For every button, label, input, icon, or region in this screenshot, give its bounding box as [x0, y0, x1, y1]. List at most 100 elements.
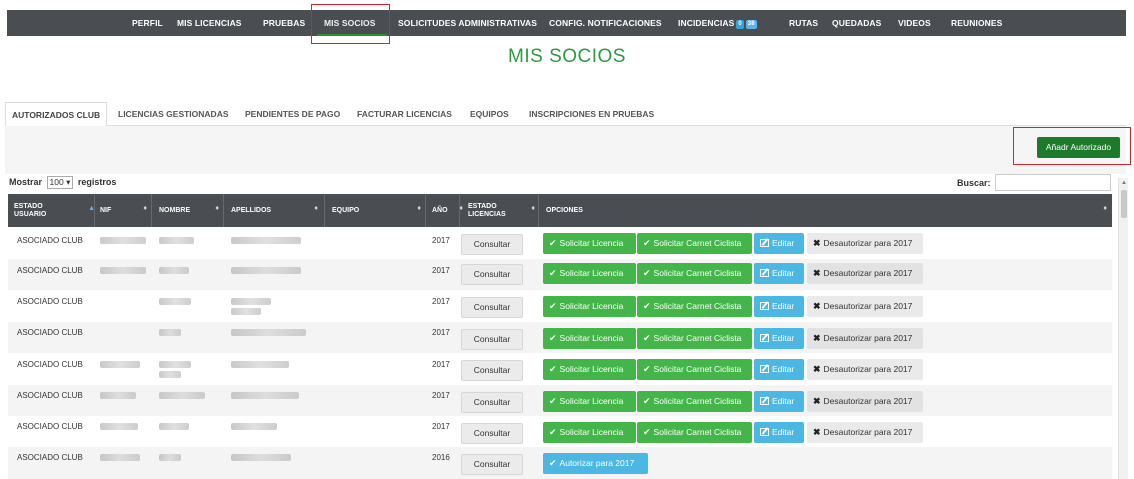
- editar-button[interactable]: Editar: [754, 391, 804, 412]
- nav-item-rutas[interactable]: RUTAS: [789, 10, 818, 36]
- button-label: Editar: [772, 268, 795, 278]
- solicitar-licencia-button[interactable]: ✔ Solicitar Licencia: [543, 328, 636, 349]
- solicitar-licencia-button[interactable]: ✔ Solicitar Licencia: [543, 391, 636, 412]
- consultar-button[interactable]: Consultar: [461, 392, 523, 413]
- highlight-box-add-button: [1013, 127, 1131, 165]
- desautorizar-button[interactable]: ✖ Desautorizar para 2017: [807, 391, 923, 412]
- button-label: Autorizar para 2017: [559, 458, 635, 468]
- consultar-button[interactable]: Consultar: [461, 234, 523, 255]
- incidencias-badge-new: 0: [736, 20, 744, 29]
- redacted-apellidos: [231, 361, 289, 368]
- redacted-apellidos: [231, 329, 306, 336]
- solicitar-carnet-button[interactable]: ✔ Solicitar Carnet Ciclista: [637, 296, 752, 317]
- solicitar-carnet-button[interactable]: ✔ Solicitar Carnet Ciclista: [637, 391, 752, 412]
- column-header-label: AÑO: [432, 206, 448, 214]
- autorizar-button[interactable]: ✔ Autorizar para 2017: [543, 453, 648, 474]
- consultar-button[interactable]: Consultar: [461, 297, 523, 318]
- tab-equipos[interactable]: EQUIPOS: [470, 102, 509, 126]
- column-header-opciones[interactable]: OPCIONES ♦: [546, 194, 1110, 227]
- column-header-estado-licencias[interactable]: ESTADO LICENCIAS ♦: [468, 194, 538, 227]
- table-scrollbar[interactable]: ▲: [1118, 178, 1128, 479]
- cell-anio: 2017: [432, 297, 450, 306]
- nav-item-videos[interactable]: VIDEOS: [898, 10, 931, 36]
- column-divider: [324, 194, 325, 227]
- desautorizar-button[interactable]: ✖ Desautorizar para 2017: [807, 422, 923, 443]
- tab-pendientes-de-pago[interactable]: PENDIENTES DE PAGO: [245, 102, 340, 126]
- nav-item-solicitudes-administrativas[interactable]: SOLICITUDES ADMINISTRATIVAS: [398, 10, 537, 36]
- button-label: Solicitar Licencia: [559, 427, 624, 437]
- button-label: Solicitar Carnet Ciclista: [653, 396, 742, 406]
- redacted-nombre: [159, 371, 181, 378]
- redacted-nif: [100, 392, 136, 399]
- sort-icon: ♦: [1103, 205, 1107, 212]
- consultar-button[interactable]: Consultar: [461, 454, 523, 475]
- solicitar-carnet-button[interactable]: ✔ Solicitar Carnet Ciclista: [637, 263, 752, 284]
- nav-item-perfil[interactable]: PERFIL: [132, 10, 163, 36]
- search-input[interactable]: [995, 174, 1111, 191]
- button-label: Solicitar Carnet Ciclista: [653, 427, 742, 437]
- cell-estado-usuario: ASOCIADO CLUB: [17, 391, 83, 400]
- consultar-button[interactable]: Consultar: [461, 423, 523, 444]
- column-header-estado-usuario[interactable]: ESTADO USUARIO ▲: [14, 194, 98, 227]
- cell-anio: 2017: [432, 328, 450, 337]
- nav-item-quedadas[interactable]: QUEDADAS: [832, 10, 881, 36]
- page-size-select[interactable]: 100 ▾: [46, 176, 74, 189]
- solicitar-carnet-button[interactable]: ✔ Solicitar Carnet Ciclista: [637, 422, 752, 443]
- button-label: Desautorizar para 2017: [823, 301, 913, 311]
- editar-button[interactable]: Editar: [754, 359, 804, 380]
- times-icon: ✖: [813, 333, 821, 343]
- consultar-button[interactable]: Consultar: [461, 360, 523, 381]
- desautorizar-button[interactable]: ✖ Desautorizar para 2017: [807, 263, 923, 284]
- desautorizar-button[interactable]: ✖ Desautorizar para 2017: [807, 328, 923, 349]
- column-header-anio[interactable]: AÑO ♦: [432, 194, 463, 227]
- button-label: Editar: [772, 301, 795, 311]
- button-label: Editar: [772, 364, 795, 374]
- editar-button[interactable]: Editar: [754, 233, 804, 254]
- table-row: ASOCIADO CLUB 2017 Consultar ✔ Solicitar …: [8, 290, 1112, 322]
- page-size-prefix: Mostrar: [9, 177, 43, 187]
- column-header-nif[interactable]: NIF ♦: [100, 194, 150, 227]
- check-icon: ✔: [643, 301, 651, 311]
- solicitar-licencia-button[interactable]: ✔ Solicitar Licencia: [543, 359, 636, 380]
- nav-item-reuniones[interactable]: REUNIONES: [951, 10, 1002, 36]
- edit-icon: [760, 334, 769, 342]
- redacted-apellidos: [231, 298, 271, 305]
- solicitar-carnet-button[interactable]: ✔ Solicitar Carnet Ciclista: [637, 359, 752, 380]
- desautorizar-button[interactable]: ✖ Desautorizar para 2017: [807, 296, 923, 317]
- column-header-apellidos[interactable]: APELLIDOS ♦: [231, 194, 321, 227]
- tab-facturar-licencias[interactable]: FACTURAR LICENCIAS: [357, 102, 452, 126]
- desautorizar-button[interactable]: ✖ Desautorizar para 2017: [807, 233, 923, 254]
- nav-item-incidencias[interactable]: INCIDENCIAS 0 38: [678, 10, 757, 36]
- redacted-nombre: [159, 423, 189, 430]
- editar-button[interactable]: Editar: [754, 328, 804, 349]
- tab-autorizados-club[interactable]: AUTORIZADOS CLUB: [5, 102, 108, 127]
- editar-button[interactable]: Editar: [754, 296, 804, 317]
- redacted-nif: [100, 454, 140, 461]
- scroll-up-icon[interactable]: ▲: [1121, 180, 1127, 186]
- solicitar-licencia-button[interactable]: ✔ Solicitar Licencia: [543, 422, 636, 443]
- scrollbar-thumb[interactable]: [1121, 190, 1127, 218]
- solicitar-carnet-button[interactable]: ✔ Solicitar Carnet Ciclista: [637, 233, 752, 254]
- column-header-nombre[interactable]: NOMBRE ♦: [159, 194, 222, 227]
- check-icon: ✔: [549, 364, 557, 374]
- consultar-button[interactable]: Consultar: [461, 329, 523, 350]
- nav-item-config-notificaciones[interactable]: CONFIG. NOTIFICACIONES: [549, 10, 662, 36]
- consultar-button[interactable]: Consultar: [461, 264, 523, 285]
- edit-icon: [760, 269, 769, 277]
- nav-item-pruebas[interactable]: PRUEBAS: [263, 10, 305, 36]
- editar-button[interactable]: Editar: [754, 422, 804, 443]
- desautorizar-button[interactable]: ✖ Desautorizar para 2017: [807, 359, 923, 380]
- redacted-nombre: [159, 267, 189, 274]
- table-row: ASOCIADO CLUB 2017 Consultar ✔ Solicitar …: [8, 228, 1112, 259]
- solicitar-licencia-button[interactable]: ✔ Solicitar Licencia: [543, 263, 636, 284]
- tab-inscripciones-en-pruebas[interactable]: INSCRIPCIONES EN PRUEBAS: [529, 102, 654, 126]
- nav-item-mis-licencias[interactable]: MIS LICENCIAS: [177, 10, 242, 36]
- tab-licencias-gestionadas[interactable]: LICENCIAS GESTIONADAS: [118, 102, 229, 126]
- solicitar-licencia-button[interactable]: ✔ Solicitar Licencia: [543, 296, 636, 317]
- page-size-value: 100: [49, 177, 64, 187]
- solicitar-licencia-button[interactable]: ✔ Solicitar Licencia: [543, 233, 636, 254]
- editar-button[interactable]: Editar: [754, 263, 804, 284]
- button-label: Desautorizar para 2017: [823, 364, 913, 374]
- column-header-equipo[interactable]: EQUIPO ♦: [332, 194, 424, 227]
- solicitar-carnet-button[interactable]: ✔ Solicitar Carnet Ciclista: [637, 328, 752, 349]
